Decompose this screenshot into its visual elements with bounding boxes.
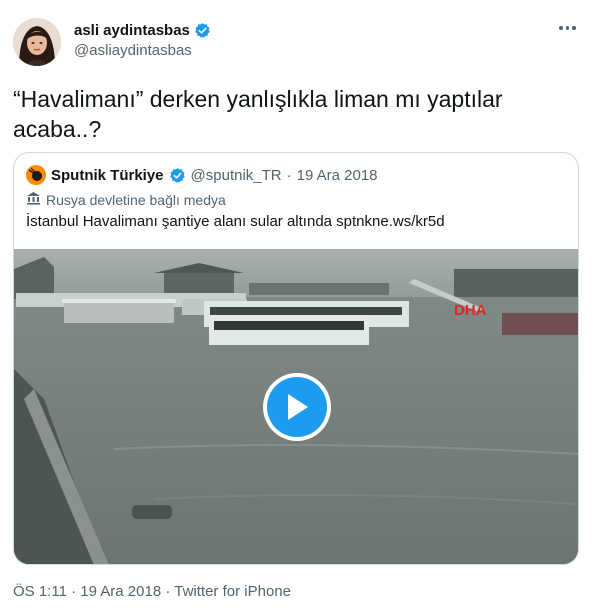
tweet-meta: ÖS 1:11 · 19 Ara 2018 · Twitter for iPho… (13, 583, 291, 600)
tweet-source[interactable]: Twitter for iPhone (174, 583, 291, 600)
verified-badge-icon (169, 167, 186, 184)
meta-separator: · (165, 583, 171, 600)
state-media-building-icon (26, 191, 41, 208)
quoted-display-name: Sputnik Türkiye (51, 166, 164, 184)
meta-separator: · (71, 583, 77, 600)
verified-badge-icon (194, 22, 211, 39)
tweet-text: “Havalimanı” derken yanlışlıkla liman mı… (13, 86, 503, 142)
quoted-separator: · (286, 166, 292, 184)
state-media-label[interactable]: Rusya devletine bağlı medya (26, 191, 226, 208)
play-icon (267, 377, 327, 437)
author-display-name[interactable]: asli aydintasbas (74, 22, 190, 39)
video-watermark: DHA (454, 302, 487, 319)
play-button[interactable] (263, 373, 331, 441)
more-options-icon[interactable] (559, 24, 577, 32)
tweet-time[interactable]: ÖS 1:11 (13, 583, 67, 600)
quoted-date: 19 Ara 2018 (296, 166, 378, 184)
author-info: asli aydintasbas @asliaydintasbas (74, 20, 211, 59)
tweet-date[interactable]: 19 Ara 2018 (80, 583, 161, 600)
author-avatar[interactable] (13, 18, 61, 66)
quoted-tweet[interactable]: Sputnik Türkiye @sputnik_TR · 19 Ara 201… (13, 152, 579, 565)
video-thumbnail[interactable]: DHA (14, 249, 578, 564)
quoted-tweet-text: İstanbul Havalimanı şantiye alanı sular … (26, 213, 445, 230)
quoted-handle: @sputnik_TR (190, 166, 282, 184)
sputnik-logo-icon[interactable] (26, 165, 46, 185)
state-media-label-text: Rusya devletine bağlı medya (46, 191, 226, 208)
tweet: asli aydintasbas @asliaydintasbas “Haval… (0, 0, 597, 615)
quoted-tweet-header: Sputnik Türkiye @sputnik_TR · 19 Ara 201… (26, 165, 378, 185)
author-handle[interactable]: @asliaydintasbas (74, 42, 211, 59)
